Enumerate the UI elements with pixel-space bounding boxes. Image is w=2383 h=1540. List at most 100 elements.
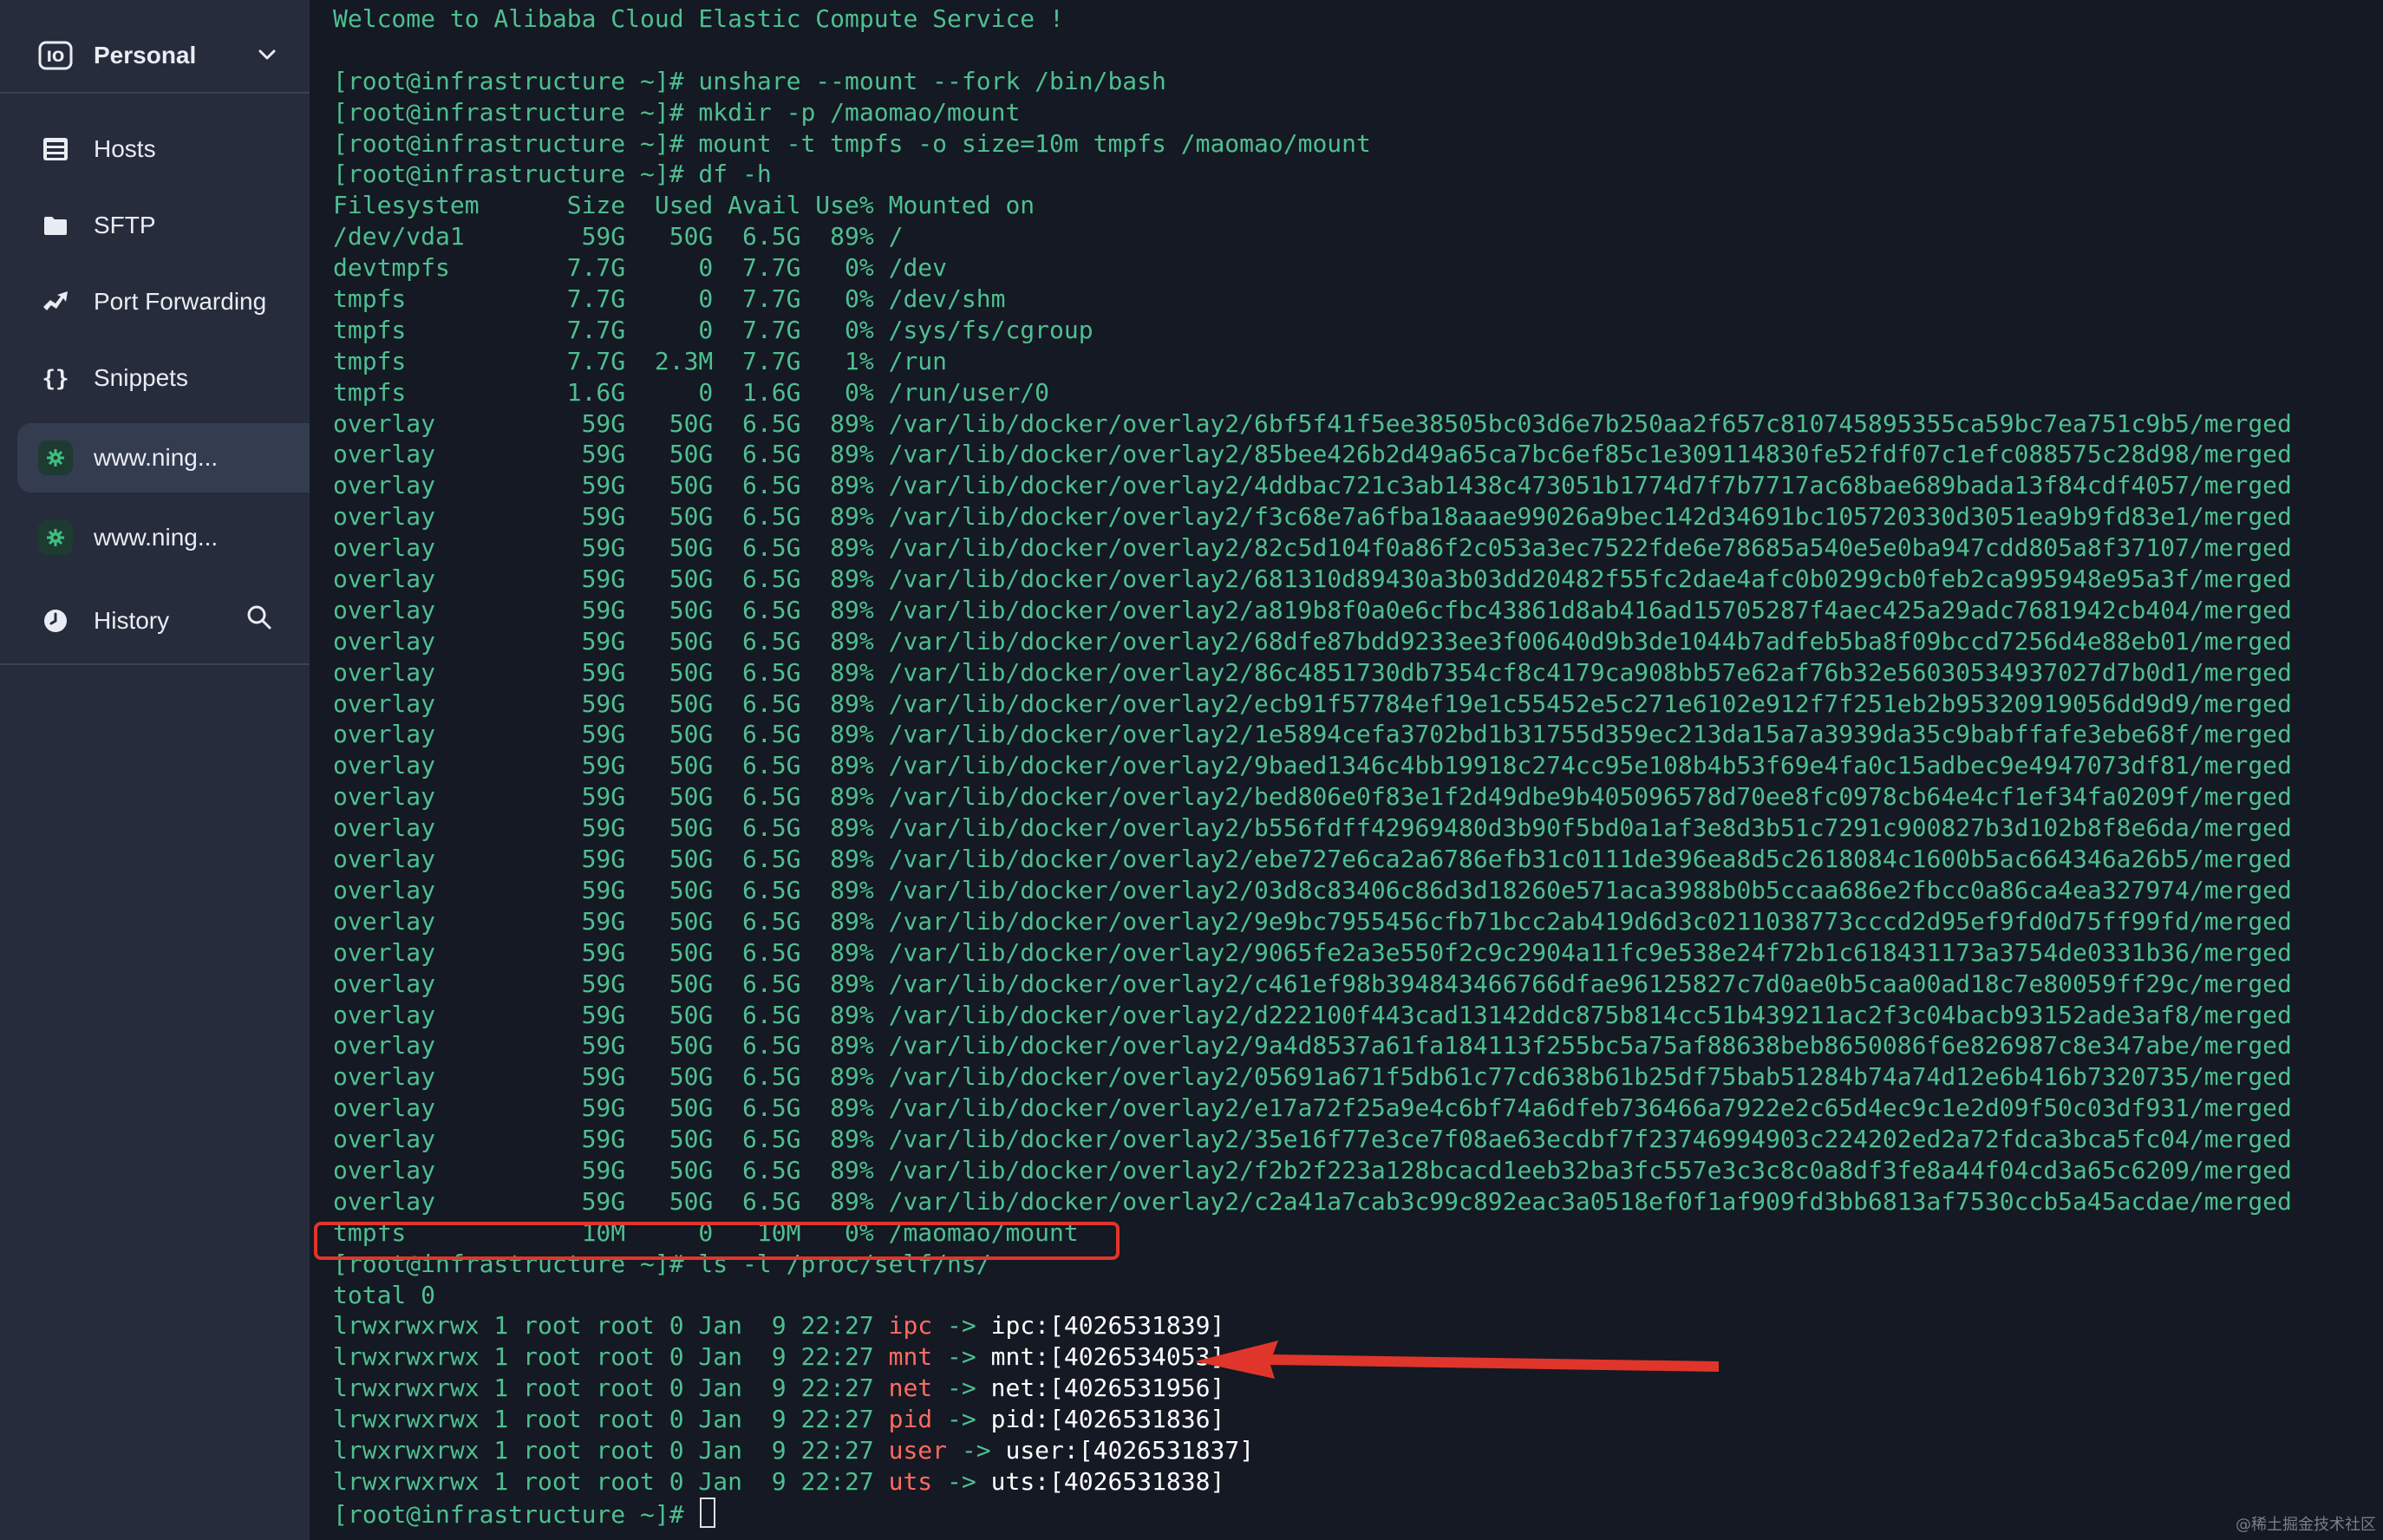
terminal-line: [root@infrastructure ~]# mount -t tmpfs … [333,128,1371,158]
sidebar-item-snippets[interactable]: {} Snippets [0,340,310,416]
terminal-prompt: [root@infrastructure ~]# [333,1499,699,1529]
ns-prefix: lrwxrwxrwx 1 root root 0 Jan 9 22:27 [333,1311,889,1341]
sidebar-item-label: Hosts [94,135,156,162]
terminal-line: overlay 59G 50G 6.5G 89% /var/lib/docker… [333,533,2292,563]
terminal-line: total 0 [333,1280,436,1309]
terminal-line: /dev/vda1 59G 50G 6.5G 89% / [333,222,904,251]
ns-prefix: lrwxrwxrwx 1 root root 0 Jan 9 22:27 [333,1405,889,1434]
sidebar-tab-label: www.ning... [94,524,219,551]
terminal-line: overlay 59G 50G 6.5G 89% /var/lib/docker… [333,408,2292,438]
folder-icon [36,206,75,245]
braces-icon: {} [36,359,75,397]
ns-prefix: lrwxrwxrwx 1 root root 0 Jan 9 22:27 [333,1466,889,1496]
text-cursor[interactable] [700,1497,716,1528]
terminal-line: [root@infrastructure ~]# mkdir -p /maoma… [333,97,1021,127]
watermark: @稀土掘金技术社区 [2236,1516,2376,1534]
terminal-line: overlay 59G 50G 6.5G 89% /var/lib/docker… [333,471,2292,500]
workspace-label: Personal [94,42,197,69]
terminal-line: Filesystem Size Used Avail Use% Mounted … [333,191,1035,220]
red-arrow-annotation [1195,1341,1719,1379]
terminal-line: [root@infrastructure ~]# unshare --mount… [333,66,1166,95]
ns-arrow: -> [932,1374,991,1403]
port-forwarding-icon [36,283,75,321]
ns-prefix: lrwxrwxrwx 1 root root 0 Jan 9 22:27 [333,1374,889,1403]
ns-name: uts [888,1466,933,1496]
terminal-line: overlay 59G 50G 6.5G 89% /var/lib/docker… [333,440,2292,469]
ns-name: mnt [888,1342,933,1372]
host-gear-icon [36,439,75,477]
ns-arrow: -> [932,1311,991,1341]
terminal-line: overlay 59G 50G 6.5G 89% /var/lib/docker… [333,1125,2292,1154]
ns-arrow: -> [932,1466,991,1496]
ns-name: net [888,1374,933,1403]
ns-prefix: lrwxrwxrwx 1 root root 0 Jan 9 22:27 [333,1342,889,1372]
sidebar-item-history[interactable]: History [0,583,310,659]
sidebar-item-label: History [94,607,170,634]
ns-target: user:[4026531837] [1005,1435,1255,1465]
terminal-line: overlay 59G 50G 6.5G 89% /var/lib/docker… [333,564,2292,594]
namespace-entry: lrwxrwxrwx 1 root root 0 Jan 9 22:27 pid… [333,1404,2292,1435]
terminal-output: Welcome to Alibaba Cloud Elastic Compute… [333,3,2292,1529]
terminal-line: overlay 59G 50G 6.5G 89% /var/lib/docker… [333,502,2292,532]
terminal-line: overlay 59G 50G 6.5G 89% /var/lib/docker… [333,720,2292,749]
terminal-line: overlay 59G 50G 6.5G 89% /var/lib/docker… [333,626,2292,656]
sidebar-item-label: Port Forwarding [94,288,267,315]
svg-text:{}: {} [42,366,69,391]
sidebar-divider [0,663,310,665]
terminal-prompt-line: [root@infrastructure ~]# [333,1497,2292,1529]
terminal-line: overlay 59G 50G 6.5G 89% /var/lib/docker… [333,657,2292,687]
sidebar: IO Personal Hosts SFTP Port Forwarding {… [0,0,310,1540]
ns-arrow: -> [932,1405,991,1434]
terminal-line: overlay 59G 50G 6.5G 89% /var/lib/docker… [333,969,2292,998]
ns-target: uts:[4026531838] [990,1466,1225,1496]
sidebar-item-port-forwarding[interactable]: Port Forwarding [0,264,310,340]
terminal-line: overlay 59G 50G 6.5G 89% /var/lib/docker… [333,1155,2292,1184]
terminal-line: overlay 59G 50G 6.5G 89% /var/lib/docker… [333,595,2292,624]
terminal-line: tmpfs 7.7G 0 7.7G 0% /dev/shm [333,284,1006,314]
host-gear-icon [36,519,75,557]
terminal-line: Welcome to Alibaba Cloud Elastic Compute… [333,4,1064,33]
namespace-entry: lrwxrwxrwx 1 root root 0 Jan 9 22:27 uts… [333,1466,2292,1498]
terminal-line: overlay 59G 50G 6.5G 89% /var/lib/docker… [333,751,2292,780]
terminal-line: overlay 59G 50G 6.5G 89% /var/lib/docker… [333,1031,2292,1060]
terminal-line: overlay 59G 50G 6.5G 89% /var/lib/docker… [333,1000,2292,1029]
workspace-selector[interactable]: IO Personal [0,17,310,94]
sidebar-divider [0,92,310,94]
ns-arrow: -> [947,1435,1006,1465]
terminal-line: overlay 59G 50G 6.5G 89% /var/lib/docker… [333,1093,2292,1123]
ns-name: ipc [888,1311,933,1341]
terminal-line: overlay 59G 50G 6.5G 89% /var/lib/docker… [333,1062,2292,1092]
sidebar-item-hosts[interactable]: Hosts [0,111,310,187]
terminal-line: overlay 59G 50G 6.5G 89% /var/lib/docker… [333,845,2292,874]
sidebar-tab-label: www.ning... [94,444,219,471]
search-icon[interactable] [245,604,273,637]
ns-prefix: lrwxrwxrwx 1 root root 0 Jan 9 22:27 [333,1435,889,1465]
terminal-line: overlay 59G 50G 6.5G 89% /var/lib/docker… [333,782,2292,812]
terminal-line: overlay 59G 50G 6.5G 89% /var/lib/docker… [333,1186,2292,1216]
terminal-line: tmpfs 1.6G 0 1.6G 0% /run/user/0 [333,377,1050,407]
clock-icon [36,602,75,640]
hosts-icon [36,130,75,168]
ns-target: pid:[4026531836] [990,1405,1225,1434]
sidebar-item-label: Snippets [94,364,188,391]
sidebar-item-sftp[interactable]: SFTP [0,187,310,264]
terminal-line: overlay 59G 50G 6.5G 89% /var/lib/docker… [333,906,2292,936]
highlight-annotation-box [314,1222,1120,1260]
terminal-line: overlay 59G 50G 6.5G 89% /var/lib/docker… [333,937,2292,967]
ns-arrow: -> [932,1342,991,1372]
terminal-line: tmpfs 7.7G 2.3M 7.7G 1% /run [333,346,948,375]
terminal-line: overlay 59G 50G 6.5G 89% /var/lib/docker… [333,813,2292,843]
namespace-entry: lrwxrwxrwx 1 root root 0 Jan 9 22:27 use… [333,1435,2292,1466]
workspace-logo-icon: IO [36,36,75,75]
terminal-line: overlay 59G 50G 6.5G 89% /var/lib/docker… [333,688,2292,718]
terminal-pane[interactable]: Welcome to Alibaba Cloud Elastic Compute… [310,0,2383,1540]
sidebar-tab-host-active[interactable]: www.ning... [17,423,310,493]
terminal-line: devtmpfs 7.7G 0 7.7G 0% /dev [333,253,948,283]
svg-text:IO: IO [47,49,65,66]
terminal-line: tmpfs 7.7G 0 7.7G 0% /sys/fs/cgroup [333,315,1094,344]
chevron-down-icon[interactable] [256,43,278,72]
ns-name: pid [888,1405,933,1434]
sidebar-tab-host[interactable]: www.ning... [17,499,310,576]
terminal-line: overlay 59G 50G 6.5G 89% /var/lib/docker… [333,875,2292,904]
sidebar-item-label: SFTP [94,212,156,238]
